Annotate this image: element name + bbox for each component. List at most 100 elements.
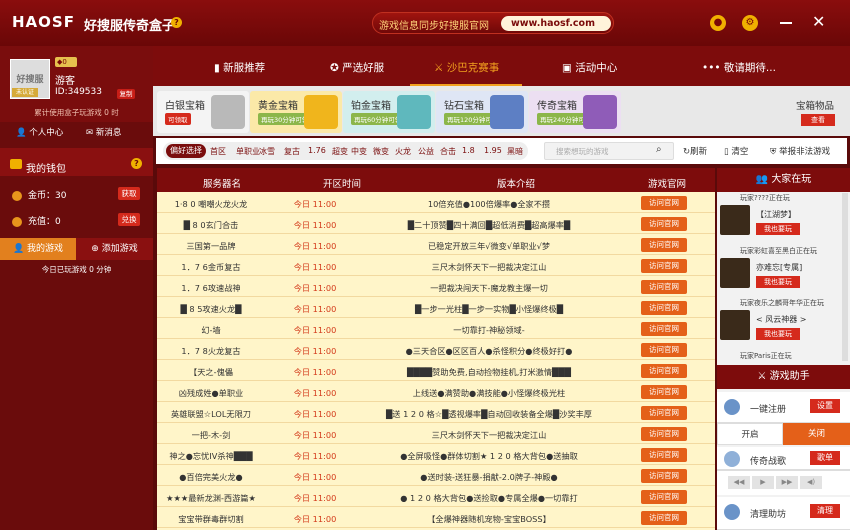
server-name: 神之●忘忧IV杀神███ [169, 451, 253, 461]
tab-events[interactable]: ▣ 活动中心 [562, 60, 617, 75]
table-row[interactable]: 1·8 0 嘲嘲火龙火龙 今日 11:00 10倍充值●100倍爆率●全家不攒 … [157, 193, 715, 213]
filter-option[interactable]: 黑暗 [507, 146, 523, 157]
playlist-button[interactable]: 歌单 [810, 451, 840, 465]
filter-option[interactable]: 1.95 [484, 146, 502, 155]
people-icon: 👥 [755, 174, 772, 185]
chest-card[interactable]: 钻石宝箱 再玩120分钟可领取 [436, 91, 528, 133]
help-icon[interactable]: ? [171, 17, 182, 28]
game-thumbnail[interactable] [720, 205, 750, 235]
visit-website-button[interactable]: 访问官网 [641, 469, 687, 483]
scrollbar[interactable] [842, 193, 848, 361]
visit-website-button[interactable]: 访问官网 [641, 406, 687, 420]
tab-add-game[interactable]: ⊕ 添加游戏 [76, 238, 153, 260]
refresh-button[interactable]: ↻刷新 [683, 145, 707, 157]
filter-option[interactable]: 中变 [351, 146, 367, 157]
next-icon[interactable]: ▶▶ [776, 476, 798, 489]
settings-button[interactable]: 设置 [810, 399, 840, 413]
filter-option[interactable]: 1.76 [308, 146, 326, 155]
clean-button[interactable]: 清理 [810, 504, 840, 518]
tab-my-games[interactable]: 👤 我的游戏 [0, 238, 76, 260]
wallet-help-icon[interactable]: ? [131, 158, 142, 169]
banner-url[interactable]: www.haosf.com [501, 16, 611, 31]
chest-card[interactable]: 铂金宝箱 再玩60分钟可领取 [343, 91, 435, 133]
search-icon[interactable]: ⌕ [656, 144, 662, 155]
user-center-link[interactable]: 👤 个人中心 [16, 126, 63, 138]
chest-card[interactable]: 黄金宝箱 再玩30分钟可领取 [250, 91, 342, 133]
visit-website-button[interactable]: 访问官网 [641, 364, 687, 378]
official-site-banner[interactable]: 游戏信息同步好搜服官网 www.haosf.com [372, 12, 614, 34]
visit-website-button[interactable]: 访问官网 [641, 238, 687, 252]
filter-option[interactable]: 公益 [418, 146, 434, 157]
visit-website-button[interactable]: 访问官网 [641, 490, 687, 504]
visit-website-button[interactable]: 访问官网 [641, 385, 687, 399]
table-row[interactable]: 1．7 6攻速战神 今日 11:00 一把裁决闯天下-魔龙教主爆一切 访问官网 [157, 277, 715, 297]
table-row[interactable]: 神之●忘忧IV杀神███ 今日 11:00 ●全屏吸怪●群体切割★ 1 2 0 … [157, 445, 715, 465]
table-row[interactable]: █ 8 5攻速火龙█ 今日 11:00 █一步一光柱█一步一实物█小怪爆终极█ … [157, 298, 715, 318]
tab-label: 严选好服 [342, 62, 385, 74]
bell-icon[interactable]: ● [710, 15, 726, 31]
visit-website-button[interactable]: 访问官网 [641, 280, 687, 294]
view-items-button[interactable]: 查看 [801, 114, 835, 126]
table-row[interactable]: █ 8 0玄门合击 今日 11:00 █二十顶赞█四十满回█超低消费█超高爆率█… [157, 214, 715, 234]
visit-website-button[interactable]: 访问官网 [641, 448, 687, 462]
game-thumbnail[interactable] [720, 310, 750, 340]
song-title: 传奇战歌 [750, 457, 787, 467]
tab-selected-servers[interactable]: ✪ 严选好服 [330, 60, 384, 75]
play-icon[interactable]: ▶ [752, 476, 774, 489]
play-too-button[interactable]: 我也要玩 [756, 328, 800, 340]
play-too-button[interactable]: 我也要玩 [756, 276, 800, 288]
visit-website-button[interactable]: 访问官网 [641, 511, 687, 525]
visit-website-button[interactable]: 访问官网 [641, 259, 687, 273]
filter-option[interactable]: 单职业 [236, 146, 260, 157]
col-website: 游戏官网 [648, 179, 687, 190]
filter-option[interactable]: 1.8 [462, 146, 475, 155]
copy-id-button[interactable]: 复制 [117, 89, 135, 99]
filter-option[interactable]: 复古 [284, 146, 300, 157]
exchange-button[interactable]: 兑换 [118, 213, 140, 226]
swords-icon: ⚔ [434, 62, 447, 74]
chest-card[interactable]: 白银宝箱 可领取 [157, 91, 249, 133]
play-too-button[interactable]: 我也要玩 [756, 223, 800, 235]
filter-option[interactable]: 微变 [373, 146, 389, 157]
filter-option[interactable]: 冰雪 [259, 146, 275, 157]
messages-link[interactable]: ✉ 新消息 [86, 126, 121, 138]
table-row[interactable]: 宝宝带群毒群切割 今日 11:00 【全爆神器随机宠物-宝宝BOSS】 访问官网 [157, 508, 715, 528]
visit-website-button[interactable]: 访问官网 [641, 196, 687, 210]
gear-icon[interactable]: ⚙ [742, 15, 758, 31]
visit-website-button[interactable]: 访问官网 [641, 343, 687, 357]
table-row[interactable]: 凶残成姓●单职业 今日 11:00 上线送●满赞助●满技能●小怪爆终极光柱 访问… [157, 382, 715, 402]
volume-icon[interactable]: ◀) [800, 476, 822, 489]
prev-icon[interactable]: ◀◀ [728, 476, 750, 489]
close-icon[interactable]: ✕ [812, 12, 825, 31]
get-gold-button[interactable]: 获取 [118, 187, 140, 200]
verify-badge: 未认证 [12, 88, 38, 97]
tab-shabake[interactable]: ⚔ 沙巴克赛事 [434, 60, 499, 75]
table-row[interactable]: 【天之-傀儡 今日 11:00 ████赞助免费,自动捡物挂机,打米激情███ … [157, 361, 715, 381]
tab-coming-soon[interactable]: ••• 敬请期待... [702, 60, 776, 75]
visit-website-button[interactable]: 访问官网 [641, 427, 687, 441]
table-row[interactable]: 1．7 8火龙复古 今日 11:00 ●三天合区●区区百人●杀怪积分●终极好打●… [157, 340, 715, 360]
table-row[interactable]: 英雄联盟☆LOL无限刀 今日 11:00 █送 1 2 0 格☆█透视爆率█自动… [157, 403, 715, 423]
minimize-icon[interactable] [780, 22, 792, 24]
table-row[interactable]: 1．7 6金币复古 今日 11:00 三尺木剑怀天下一把裁决定江山 访问官网 [157, 256, 715, 276]
clear-button[interactable]: ▯ 清空 [724, 145, 748, 157]
filter-option[interactable]: 合击 [440, 146, 456, 157]
visit-website-button[interactable]: 访问官网 [641, 322, 687, 336]
report-button[interactable]: ⛨ 举报非法游戏 [770, 145, 830, 157]
toggle-off[interactable]: 关闭 [783, 423, 850, 445]
filter-option[interactable]: 超变 [332, 146, 348, 157]
table-row[interactable]: 三国第一品牌 今日 11:00 已稳定开放三年√微变√单职业√梦 访问官网 [157, 235, 715, 255]
table-row[interactable]: ●百倍完美火龙● 今日 11:00 ●送时装-送狂暴-捐献-2.0牌子-神殿● … [157, 466, 715, 486]
tab-new-servers[interactable]: ▮ 新服推荐 [214, 60, 265, 75]
filter-preference[interactable]: 偏好选择 [166, 144, 206, 158]
table-row[interactable]: 幻-墙 今日 11:00 一切靠打-神秘领域- 访问官网 [157, 319, 715, 339]
filter-option[interactable]: 火龙 [395, 146, 411, 157]
table-row[interactable]: 一把-木-剑 今日 11:00 三尺木剑怀天下一把裁决定江山 访问官网 [157, 424, 715, 444]
filter-option[interactable]: 首区 [210, 146, 226, 157]
toggle-on[interactable]: 开启 [717, 423, 783, 445]
table-row[interactable]: ★★★最新龙渊-西游篇★ 今日 11:00 ● 1 2 0 格大背包●送捡取●专… [157, 487, 715, 507]
visit-website-button[interactable]: 访问官网 [641, 217, 687, 231]
visit-website-button[interactable]: 访问官网 [641, 301, 687, 315]
chest-card[interactable]: 传奇宝箱 再玩240分钟可领取 [529, 91, 621, 133]
game-thumbnail[interactable] [720, 258, 750, 288]
